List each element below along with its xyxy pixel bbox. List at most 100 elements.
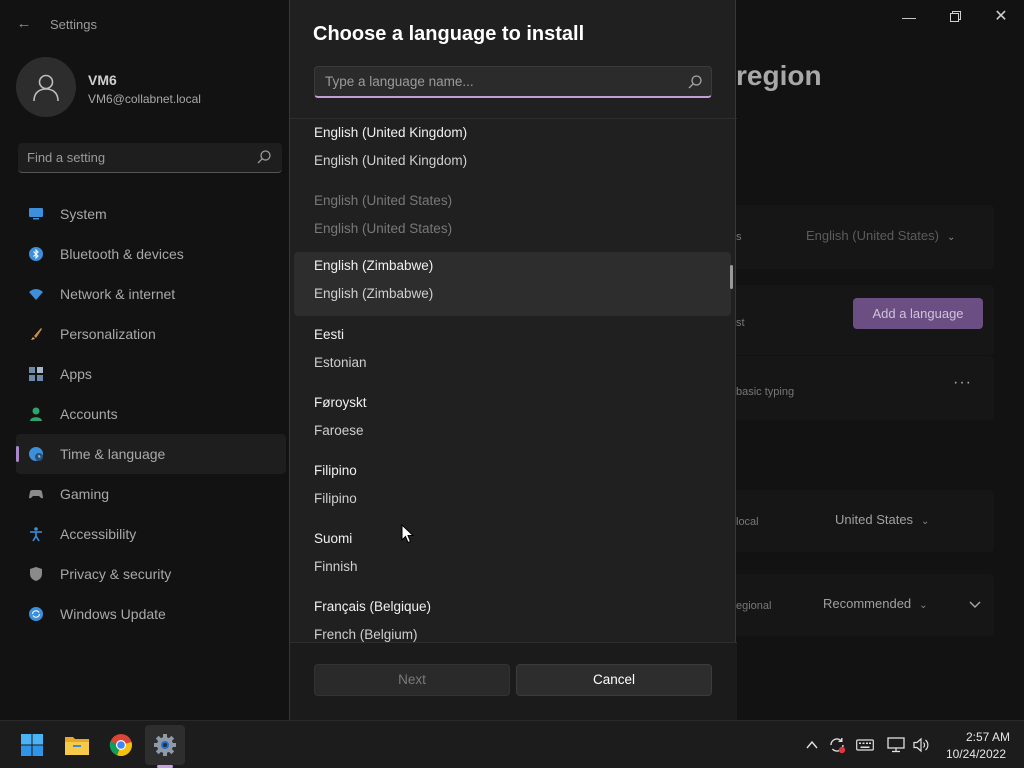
- taskbar-settings[interactable]: [145, 725, 185, 765]
- restore-icon: [949, 11, 961, 22]
- sidebar-item-label: Accounts: [60, 406, 118, 422]
- restore-button[interactable]: [933, 4, 977, 30]
- language-english-name: Estonian: [314, 355, 367, 370]
- gamepad-icon: [28, 486, 44, 502]
- search-icon: [257, 150, 271, 164]
- language-english-name: Finnish: [314, 559, 358, 574]
- sidebar-item-label: Personalization: [60, 326, 156, 342]
- dialog-title: Choose a language to install: [313, 23, 585, 45]
- language-native-name: Français (Belgique): [314, 599, 432, 614]
- taskbar-chrome[interactable]: [101, 725, 141, 765]
- sidebar-item-personalization[interactable]: Personalization: [16, 314, 286, 354]
- brush-icon: [28, 326, 44, 342]
- sidebar-item-label: Accessibility: [60, 526, 137, 542]
- language-native-name: English (Zimbabwe): [314, 258, 434, 273]
- clock-date[interactable]: 10/24/2022: [930, 747, 1006, 761]
- language-list-item[interactable]: Føroyskt Faroese: [294, 389, 731, 453]
- sidebar-item-gaming[interactable]: Gaming: [16, 474, 286, 514]
- volume-icon: [913, 737, 929, 753]
- language-search-input[interactable]: [315, 67, 675, 96]
- more-options-button[interactable]: ···: [953, 374, 972, 392]
- minimize-button[interactable]: —: [887, 4, 931, 30]
- show-hidden-icons-button[interactable]: [802, 735, 822, 755]
- search-icon: [688, 75, 702, 89]
- monitor-icon: [28, 206, 44, 222]
- person-icon: [33, 74, 59, 102]
- display-language-dropdown[interactable]: English (United States) ⌄: [796, 224, 982, 248]
- keyboard-icon: [856, 739, 874, 751]
- find-setting-box[interactable]: [18, 143, 282, 173]
- clock-time[interactable]: 2:57 AM: [940, 730, 1010, 744]
- country-value: United States: [835, 512, 914, 527]
- start-button[interactable]: [12, 725, 52, 765]
- scrollbar-thumb[interactable]: [730, 265, 733, 289]
- regional-format-value: Recommended: [823, 596, 912, 611]
- language-native-name: Eesti: [314, 327, 345, 342]
- add-language-button[interactable]: Add a language: [853, 298, 983, 329]
- sidebar-item-windows-update[interactable]: Windows Update: [16, 594, 286, 634]
- user-name: VM6: [88, 72, 117, 88]
- sidebar-item-accounts[interactable]: Accounts: [16, 394, 286, 434]
- language-english-name: English (Zimbabwe): [314, 286, 434, 301]
- sidebar-item-network-internet[interactable]: Network & internet: [16, 274, 286, 314]
- language-list-item[interactable]: English (United Kingdom) English (United …: [294, 119, 731, 183]
- language-list-item[interactable]: Français (Belgique) French (Belgium): [294, 593, 731, 642]
- language-english-name: English (United States): [314, 221, 453, 236]
- dialog-footer: Next Cancel: [290, 642, 737, 720]
- sidebar-item-apps[interactable]: Apps: [16, 354, 286, 394]
- sidebar-item-label: System: [60, 206, 107, 222]
- back-button[interactable]: ←: [14, 14, 34, 34]
- chevron-down-icon: ⌄: [921, 516, 930, 527]
- language-list-item[interactable]: Filipino Filipino: [294, 457, 731, 521]
- display-language-value: English (United States): [806, 228, 939, 243]
- chevron-down-icon: ⌄: [919, 600, 928, 611]
- language-list-item[interactable]: Suomi Finnish: [294, 525, 731, 589]
- cancel-button[interactable]: Cancel: [516, 664, 712, 696]
- language-search-box[interactable]: [314, 66, 712, 98]
- language-list-item[interactable]: English (Zimbabwe) English (Zimbabwe): [294, 252, 731, 316]
- language-list-item: English (United States) English (United S…: [294, 187, 731, 251]
- close-button[interactable]: ✕: [979, 4, 1023, 30]
- bluetooth-icon: [28, 246, 44, 262]
- sidebar-item-privacy-security[interactable]: Privacy & security: [16, 554, 286, 594]
- chevron-up-icon: [806, 740, 818, 749]
- sidebar-item-accessibility[interactable]: Accessibility: [16, 514, 286, 554]
- person-icon: [28, 406, 44, 422]
- avatar[interactable]: [16, 57, 76, 117]
- settings-icon: [154, 734, 176, 756]
- keyboard-button[interactable]: [855, 735, 875, 755]
- find-setting-input[interactable]: [18, 143, 248, 171]
- update-icon: [28, 606, 44, 622]
- language-native-name: Filipino: [314, 463, 357, 478]
- sync-icon: [830, 738, 846, 754]
- sync-status-button[interactable]: [827, 735, 847, 755]
- taskbar: 2:57 AM 10/24/2022: [0, 720, 1024, 768]
- country-region-label: local: [736, 516, 759, 528]
- language-native-name: Føroyskt: [314, 395, 367, 410]
- network-button[interactable]: [886, 735, 906, 755]
- language-list[interactable]: English (United Kingdom) English (United …: [290, 118, 737, 642]
- sidebar-item-label: Windows Update: [60, 606, 166, 622]
- next-button[interactable]: Next: [314, 664, 510, 696]
- language-english-name: English (United Kingdom): [314, 153, 468, 168]
- file-explorer-icon: [65, 737, 89, 755]
- language-list-item[interactable]: Eesti Estonian: [294, 321, 731, 385]
- regional-format-dropdown[interactable]: Recommended ⌄: [810, 591, 956, 617]
- country-dropdown[interactable]: United States ⌄: [823, 507, 955, 533]
- choose-language-dialog: Choose a language to install English (Un…: [289, 0, 737, 720]
- wifi-icon: [28, 286, 44, 302]
- taskbar-file-explorer[interactable]: [57, 725, 97, 765]
- network-icon: [887, 737, 905, 753]
- language-native-name: Suomi: [314, 531, 353, 546]
- sidebar-item-time-language[interactable]: Time & language: [16, 434, 286, 474]
- basic-typing-label: basic typing: [736, 386, 795, 398]
- sidebar-item-system[interactable]: System: [16, 194, 286, 234]
- mouse-cursor-icon: [401, 524, 415, 544]
- regional-format-label: egional: [736, 600, 772, 612]
- sidebar-item-bluetooth-devices[interactable]: Bluetooth & devices: [16, 234, 286, 274]
- expand-chevron-icon[interactable]: [967, 596, 983, 612]
- volume-button[interactable]: [911, 735, 931, 755]
- language-english-name: French (Belgium): [314, 627, 418, 642]
- sidebar-item-label: Bluetooth & devices: [60, 246, 184, 262]
- app-title: Settings: [50, 17, 97, 32]
